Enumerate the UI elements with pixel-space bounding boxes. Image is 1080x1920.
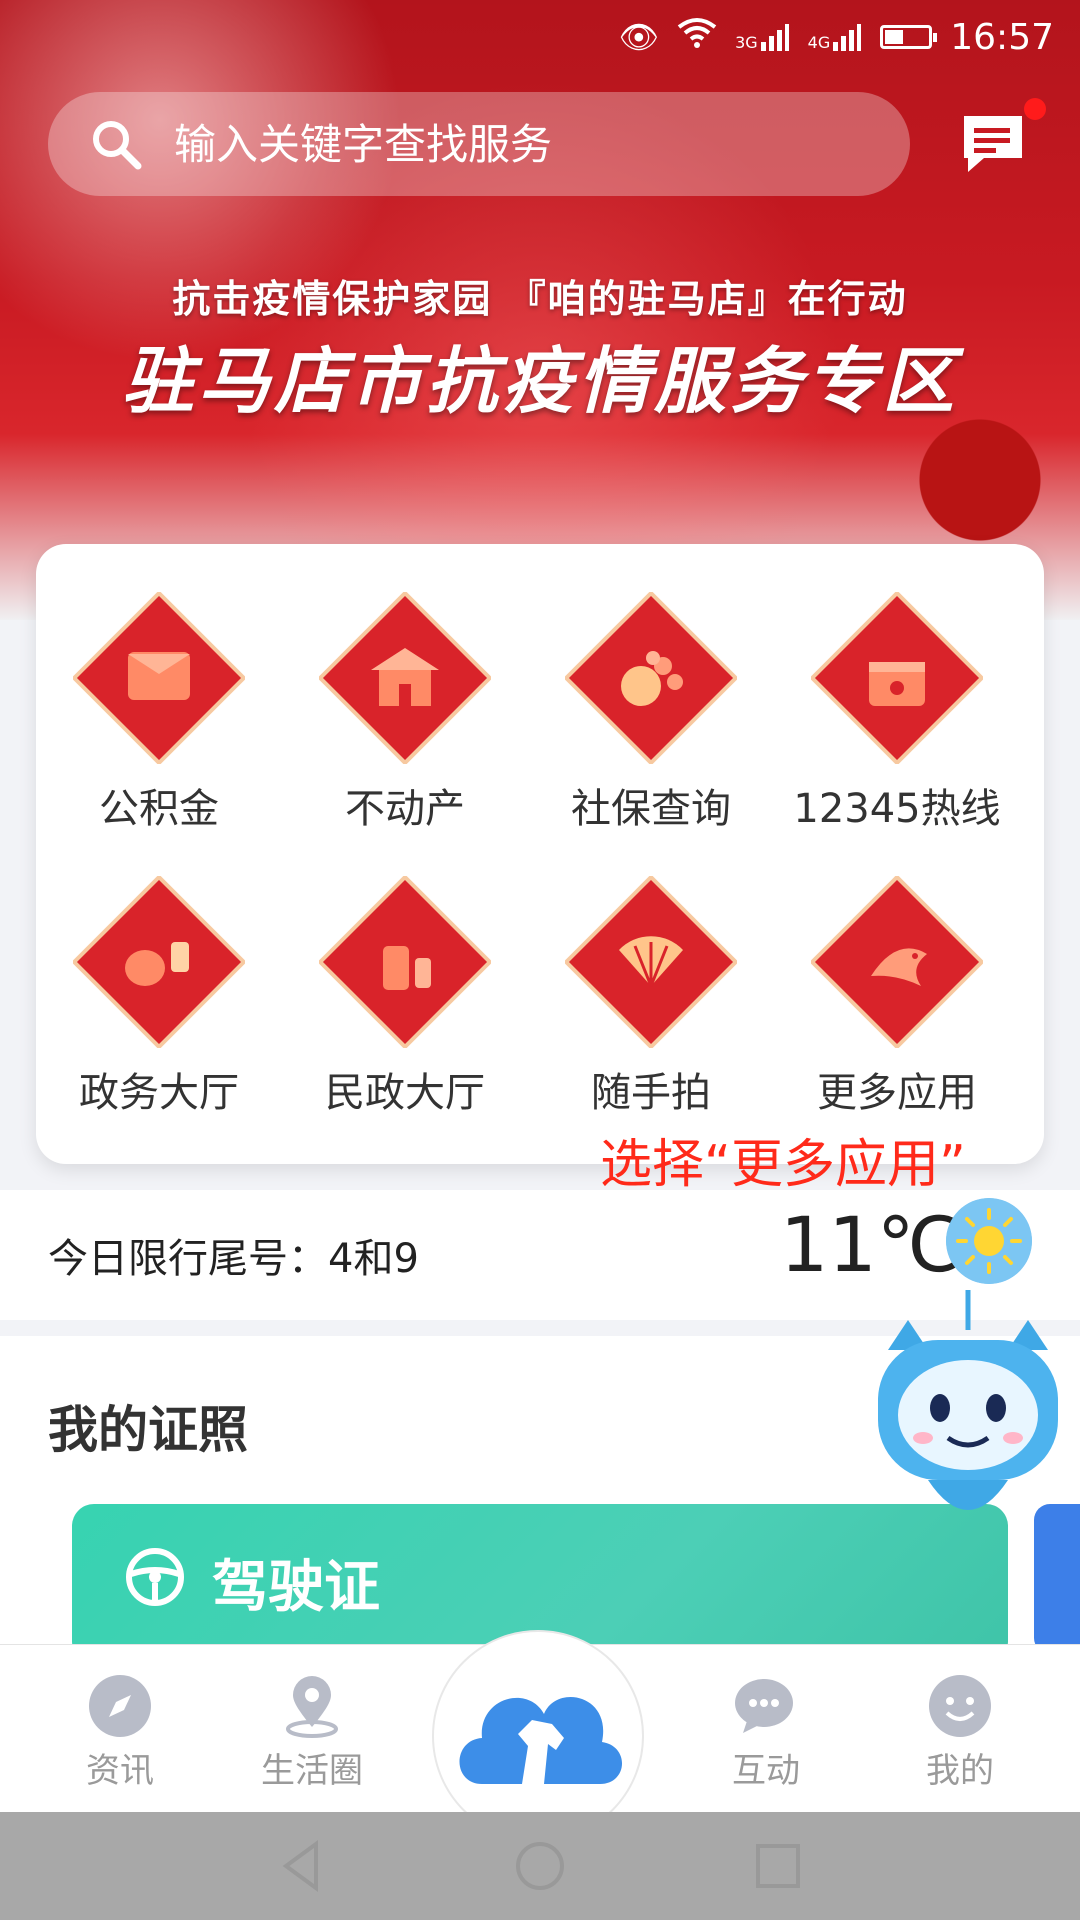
tab-life-circle[interactable]: 生活圈 [232, 1673, 392, 1792]
compass-icon [89, 1675, 151, 1737]
service-label: 12345热线 [793, 786, 1001, 832]
tab-interaction[interactable]: 互动 [686, 1673, 846, 1792]
service-zhengwu[interactable]: 政务大厅 [36, 876, 282, 1118]
service-gongjijin[interactable]: 公积金 [36, 592, 282, 834]
service-label: 随手拍 [591, 1070, 711, 1116]
recents-icon[interactable] [748, 1836, 808, 1896]
tab-label: 生活圈 [261, 1751, 363, 1791]
wifi-icon [677, 17, 717, 57]
lucky-bag-icon [565, 592, 737, 764]
system-nav-bar [0, 1812, 1080, 1920]
signal-3g: 3G [735, 22, 790, 52]
message-icon[interactable] [958, 108, 1028, 178]
tab-news[interactable]: 资讯 [40, 1673, 200, 1792]
back-icon[interactable] [272, 1836, 332, 1896]
network-3g-label: 3G [735, 33, 758, 52]
lantern-icon [73, 876, 245, 1048]
license-card-title: 驾驶证 [212, 1555, 380, 1620]
service-shebao[interactable]: 社保查询 [528, 592, 774, 834]
smile-icon [929, 1675, 991, 1737]
annotation-text: 选择“更多应用” [600, 1135, 966, 1195]
service-hotline[interactable]: 12345热线 [774, 592, 1020, 834]
home-center-button[interactable] [432, 1630, 644, 1842]
section-title: 我的证照 [48, 1401, 248, 1459]
service-suishoupai[interactable]: 随手拍 [528, 876, 774, 1118]
service-budongchan[interactable]: 不动产 [282, 592, 528, 834]
search-input[interactable] [172, 118, 836, 170]
house-icon [319, 592, 491, 764]
service-minzheng[interactable]: 民政大厅 [282, 876, 528, 1118]
eye-icon: 👁 [618, 18, 660, 56]
temperature-text: 11℃ [780, 1200, 963, 1289]
service-label: 公积金 [99, 786, 219, 832]
banner-subtitle: 抗击疫情保护家园 『咱的驻马店』在行动 [172, 277, 908, 321]
firecracker-icon [319, 876, 491, 1048]
battery-icon [880, 25, 938, 49]
status-time: 16:57 [950, 16, 1054, 58]
service-label: 社保查询 [571, 786, 731, 832]
tab-mine[interactable]: 我的 [880, 1673, 1040, 1792]
status-bar: 👁 3G 4G 16:57 [0, 0, 1080, 74]
search-bar[interactable] [48, 92, 910, 196]
fan-icon [565, 876, 737, 1048]
signal-4g: 4G [808, 22, 863, 52]
service-label: 政务大厅 [79, 1070, 239, 1116]
tab-label: 资讯 [86, 1751, 154, 1791]
traffic-limit-text: 今日限行尾号：4和9 [48, 1236, 419, 1282]
search-icon [93, 121, 142, 170]
drum-icon [811, 592, 983, 764]
koi-fish-icon [811, 876, 983, 1048]
red-envelope-icon [73, 592, 245, 764]
service-label: 不动产 [345, 786, 465, 832]
service-more-apps[interactable]: 更多应用 [774, 876, 1020, 1118]
tab-label: 我的 [926, 1751, 994, 1791]
mascot-robot-icon[interactable] [868, 1290, 1068, 1540]
service-label: 更多应用 [817, 1070, 977, 1116]
cloud-horse-logo [459, 1697, 623, 1784]
services-grid: 公积金 不动产 社保查询 12345热线 政务大厅 民政大厅 随手拍 更多应用 [36, 544, 1044, 1164]
notification-dot [1024, 98, 1046, 120]
chat-icon [735, 1679, 793, 1733]
service-label: 民政大厅 [325, 1070, 485, 1116]
location-pin-icon [286, 1676, 338, 1738]
home-icon[interactable] [510, 1836, 570, 1896]
banner-title: 驻马店市抗疫情服务专区 [121, 339, 958, 423]
sunny-icon[interactable] [946, 1198, 1032, 1284]
tab-label: 互动 [732, 1751, 800, 1791]
steering-wheel-icon [126, 1548, 184, 1606]
network-4g-label: 4G [807, 33, 831, 52]
